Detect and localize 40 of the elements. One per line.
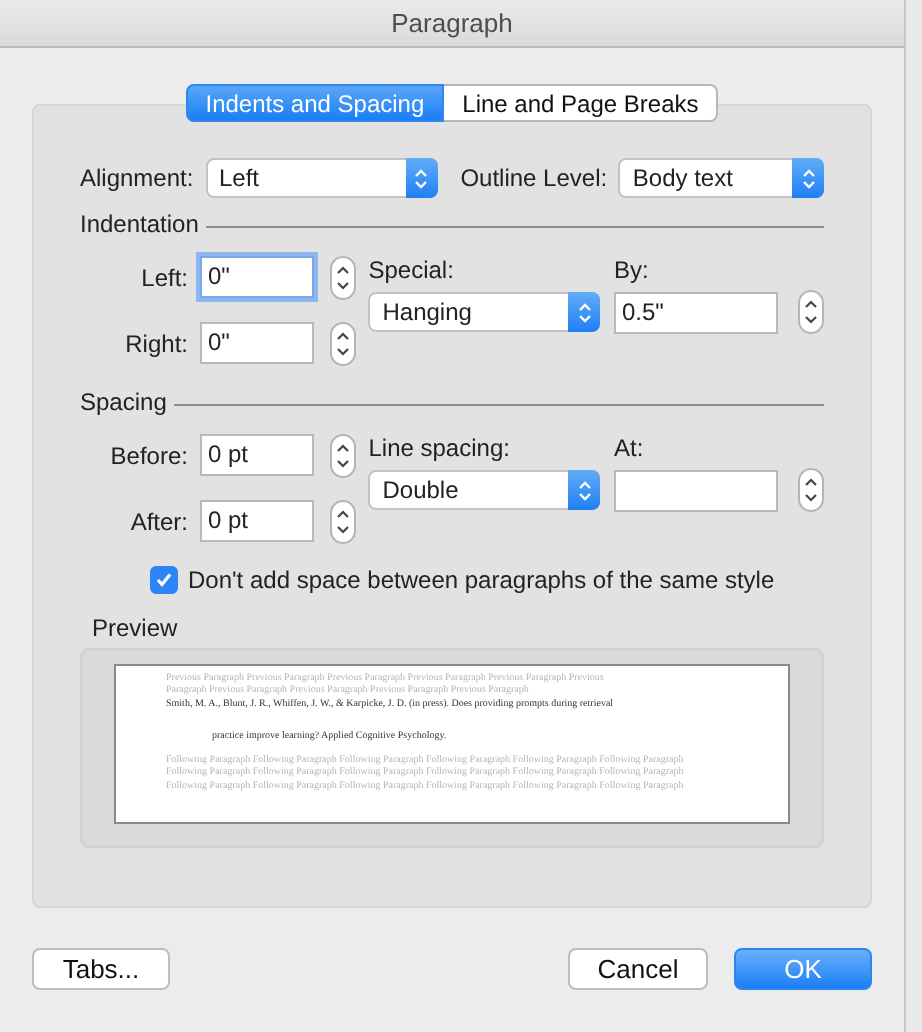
field-label: Special: <box>368 256 456 284</box>
field-label: Right: <box>123 329 190 357</box>
up-down-arrows-icon <box>577 301 592 323</box>
field-label: Before: <box>108 441 190 469</box>
stepper-icon[interactable] <box>330 255 356 299</box>
stepper-icon[interactable] <box>330 433 356 477</box>
alignment-dropdown[interactable]: Left <box>205 158 438 198</box>
cancel-button[interactable]: Cancel <box>568 948 708 990</box>
field-label: Outline Level: <box>460 164 608 192</box>
field-label: At: <box>614 434 646 462</box>
stepper-icon[interactable] <box>330 499 356 543</box>
field-label: Preview <box>92 614 178 642</box>
tabs-button[interactable]: Tabs... <box>32 948 170 990</box>
checkmark-icon <box>156 572 172 588</box>
stepper-icon[interactable] <box>330 321 356 365</box>
up-down-arrows-icon <box>801 167 815 189</box>
field-label: Alignment: <box>80 164 194 192</box>
field-label: Left: <box>139 263 190 291</box>
stepper-icon[interactable] <box>798 468 824 512</box>
text-field[interactable] <box>614 469 778 511</box>
tab[interactable]: Line and Page Breaks <box>444 84 719 122</box>
up-down-arrows-icon <box>577 479 592 501</box>
outline-level-dropdown[interactable]: Body text <box>618 158 824 198</box>
special-dropdown[interactable]: Hanging <box>368 292 601 332</box>
text-field[interactable]: 0.5" <box>614 291 778 333</box>
window-title: Paragraph <box>391 8 513 38</box>
field-label: Line spacing: <box>368 434 512 462</box>
up-down-arrows-icon <box>414 167 429 189</box>
field-label: Don't add space between paragraphs of the same style <box>188 566 775 594</box>
stepper-icon[interactable] <box>798 290 824 334</box>
text-field[interactable]: 0 pt <box>200 434 314 476</box>
line-spacing-dropdown[interactable]: Double <box>368 470 601 510</box>
text-field[interactable]: 0" <box>200 322 314 364</box>
field-label: After: <box>128 507 190 535</box>
field-label: By: <box>614 256 651 284</box>
field-label: Spacing <box>80 388 167 416</box>
checkbox[interactable] <box>150 566 178 594</box>
text-field[interactable]: 0" <box>200 256 314 298</box>
field-label: Indentation <box>80 210 199 238</box>
text-field[interactable]: 0 pt <box>200 500 314 542</box>
